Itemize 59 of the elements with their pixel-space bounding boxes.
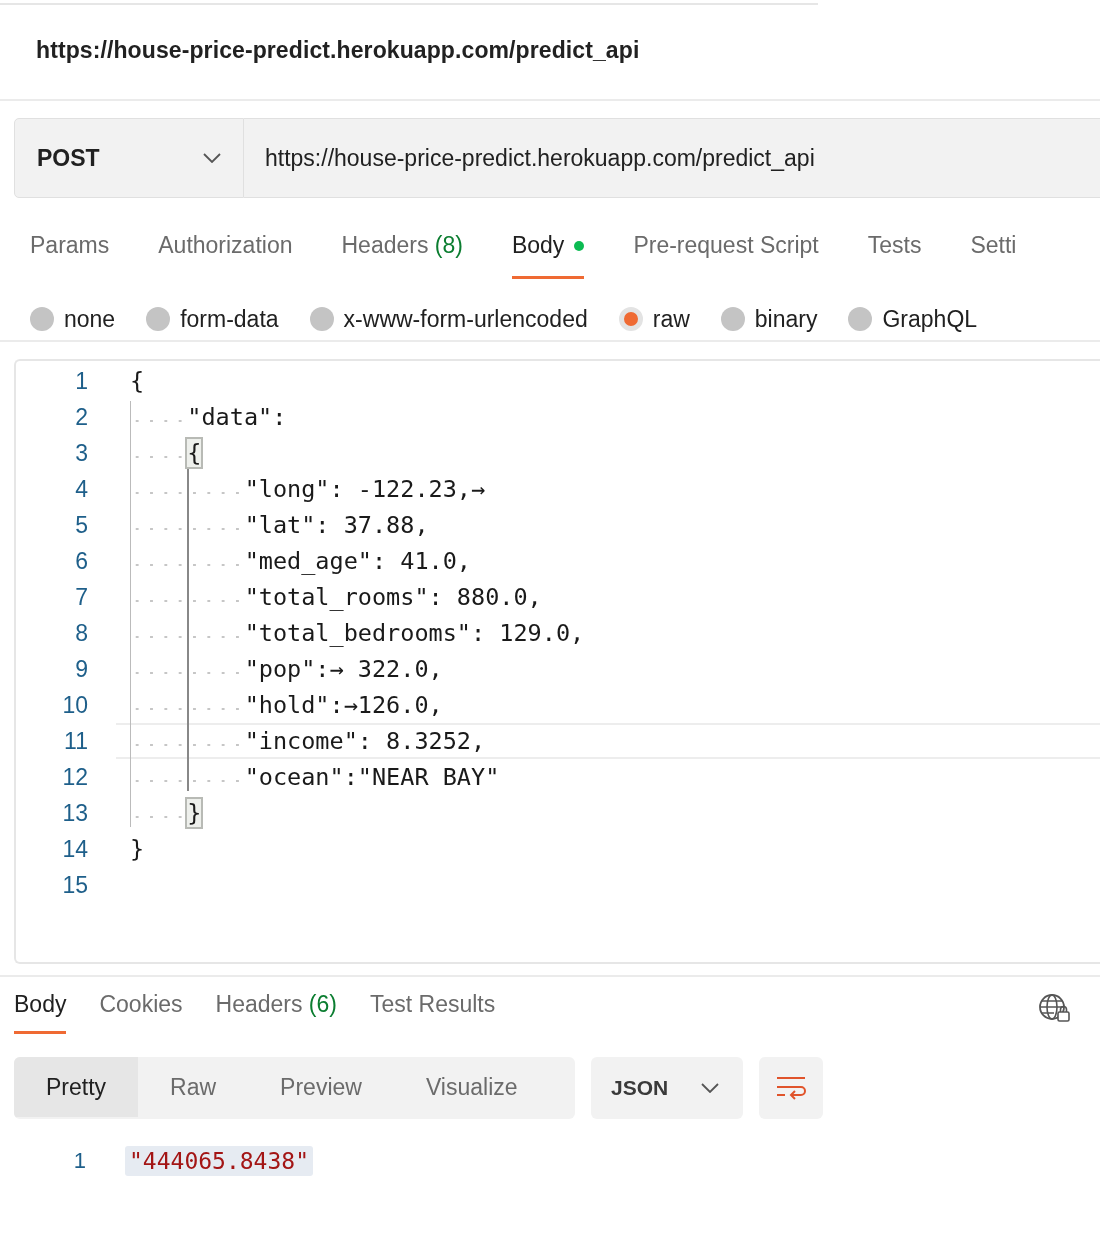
request-tab[interactable]: Params xyxy=(30,222,110,279)
code-line: "data": xyxy=(116,402,287,432)
code-line: "total_rooms": 880.0, xyxy=(116,582,542,612)
view-mode-tab[interactable]: Raw xyxy=(138,1057,249,1117)
line-number: 3 xyxy=(74,439,89,467)
view-mode-tab[interactable]: Preview xyxy=(248,1057,394,1117)
body-type-option[interactable]: raw xyxy=(618,297,690,341)
line-number: 10 xyxy=(61,691,89,719)
line-number: 12 xyxy=(61,763,89,791)
request-tab[interactable]: Body xyxy=(511,222,585,279)
body-type-option[interactable]: none xyxy=(30,297,116,341)
wrap-lines-button[interactable] xyxy=(759,1057,823,1119)
url-field[interactable]: https://house-price-predict.herokuapp.com/predict_api xyxy=(244,118,1100,198)
line-number: 9 xyxy=(74,655,89,683)
line-number: 4 xyxy=(74,475,89,503)
code-line: "med_age": 41.0, xyxy=(116,546,471,576)
request-tab[interactable]: Authorization xyxy=(158,222,293,279)
response-tab[interactable]: Body xyxy=(14,985,67,1034)
line-number: 8 xyxy=(74,619,89,647)
code-line: "lat": 37.88, xyxy=(116,510,429,540)
request-title: https://house-price-predict.herokuapp.com/predict_api xyxy=(36,37,640,64)
response-tab[interactable]: Cookies xyxy=(99,985,183,1034)
globe-lock-icon[interactable] xyxy=(1038,993,1072,1023)
wrap-lines-icon xyxy=(776,1075,806,1101)
request-tab[interactable]: Headers (8) xyxy=(341,222,463,279)
view-mode-tab[interactable]: Visualize xyxy=(393,1057,550,1117)
line-number: 7 xyxy=(74,583,89,611)
format-dropdown[interactable]: JSON xyxy=(591,1057,743,1119)
body-type-option[interactable]: form-data xyxy=(146,297,279,341)
line-number: 13 xyxy=(61,799,89,827)
code-line: "income": 8.3252, xyxy=(116,726,486,756)
body-type-option[interactable]: GraphQL xyxy=(848,297,978,341)
line-number: 14 xyxy=(61,835,89,863)
response-value: "444065.8438" xyxy=(125,1146,313,1176)
line-number: 11 xyxy=(63,727,89,755)
method-dropdown[interactable]: POST xyxy=(14,118,244,198)
code-line: "long": -122.23,→ xyxy=(116,474,486,504)
line-number: 5 xyxy=(74,511,89,539)
line-number: 2 xyxy=(74,403,89,431)
body-type-option[interactable]: x-www-form-urlencoded xyxy=(309,297,588,341)
chevron-down-icon xyxy=(701,1083,719,1093)
code-line: { xyxy=(129,366,145,396)
line-number: 1 xyxy=(72,1148,86,1174)
request-tab[interactable]: Setti xyxy=(970,222,1017,279)
line-number: 1 xyxy=(74,367,89,395)
request-tab[interactable]: Tests xyxy=(867,222,922,279)
response-tab[interactable]: Test Results xyxy=(370,985,496,1034)
request-tab[interactable]: Pre-request Script xyxy=(633,222,819,279)
chevron-down-icon xyxy=(203,153,221,163)
view-mode-tab[interactable]: Pretty xyxy=(14,1057,139,1117)
body-type-option[interactable]: binary xyxy=(720,297,818,341)
code-line: } xyxy=(129,834,145,864)
code-line: "total_bedrooms": 129.0, xyxy=(116,618,585,648)
line-number: 6 xyxy=(74,547,89,575)
response-tab[interactable]: Headers (6) xyxy=(215,985,337,1034)
line-number: 15 xyxy=(61,871,89,899)
code-line: "hold":→126.0, xyxy=(116,690,443,720)
code-line: "ocean":"NEAR BAY" xyxy=(116,762,500,792)
code-line: "pop":→ 322.0, xyxy=(116,654,443,684)
